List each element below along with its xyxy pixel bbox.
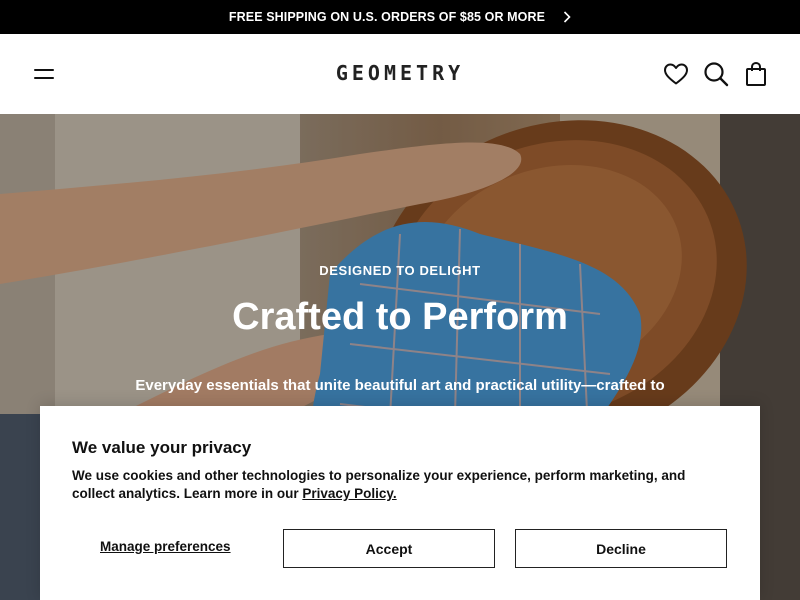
hero-title: Crafted to Perform bbox=[232, 296, 568, 338]
announcement-text: FREE SHIPPING ON U.S. ORDERS OF $85 OR M… bbox=[228, 10, 546, 24]
cookie-description: We use cookies and other technologies to… bbox=[72, 467, 712, 503]
decline-button[interactable]: Decline bbox=[515, 529, 727, 568]
cookie-consent-banner: We value your privacy We use cookies and… bbox=[40, 406, 760, 600]
heart-icon[interactable] bbox=[662, 60, 690, 88]
privacy-policy-link[interactable]: Privacy Policy. bbox=[302, 486, 396, 501]
search-icon[interactable] bbox=[702, 60, 730, 88]
chevron-right-icon[interactable] bbox=[563, 11, 571, 23]
cookie-title: We value your privacy bbox=[72, 438, 252, 457]
accept-button[interactable]: Accept bbox=[283, 529, 495, 568]
bag-icon[interactable] bbox=[742, 60, 770, 88]
announcement-bar[interactable]: FREE SHIPPING ON U.S. ORDERS OF $85 OR M… bbox=[0, 0, 800, 34]
manage-preferences-link[interactable]: Manage preferences bbox=[100, 539, 231, 554]
site-header: GEOMETRY bbox=[0, 34, 800, 114]
hero-eyebrow: DESIGNED TO DELIGHT bbox=[319, 263, 481, 278]
